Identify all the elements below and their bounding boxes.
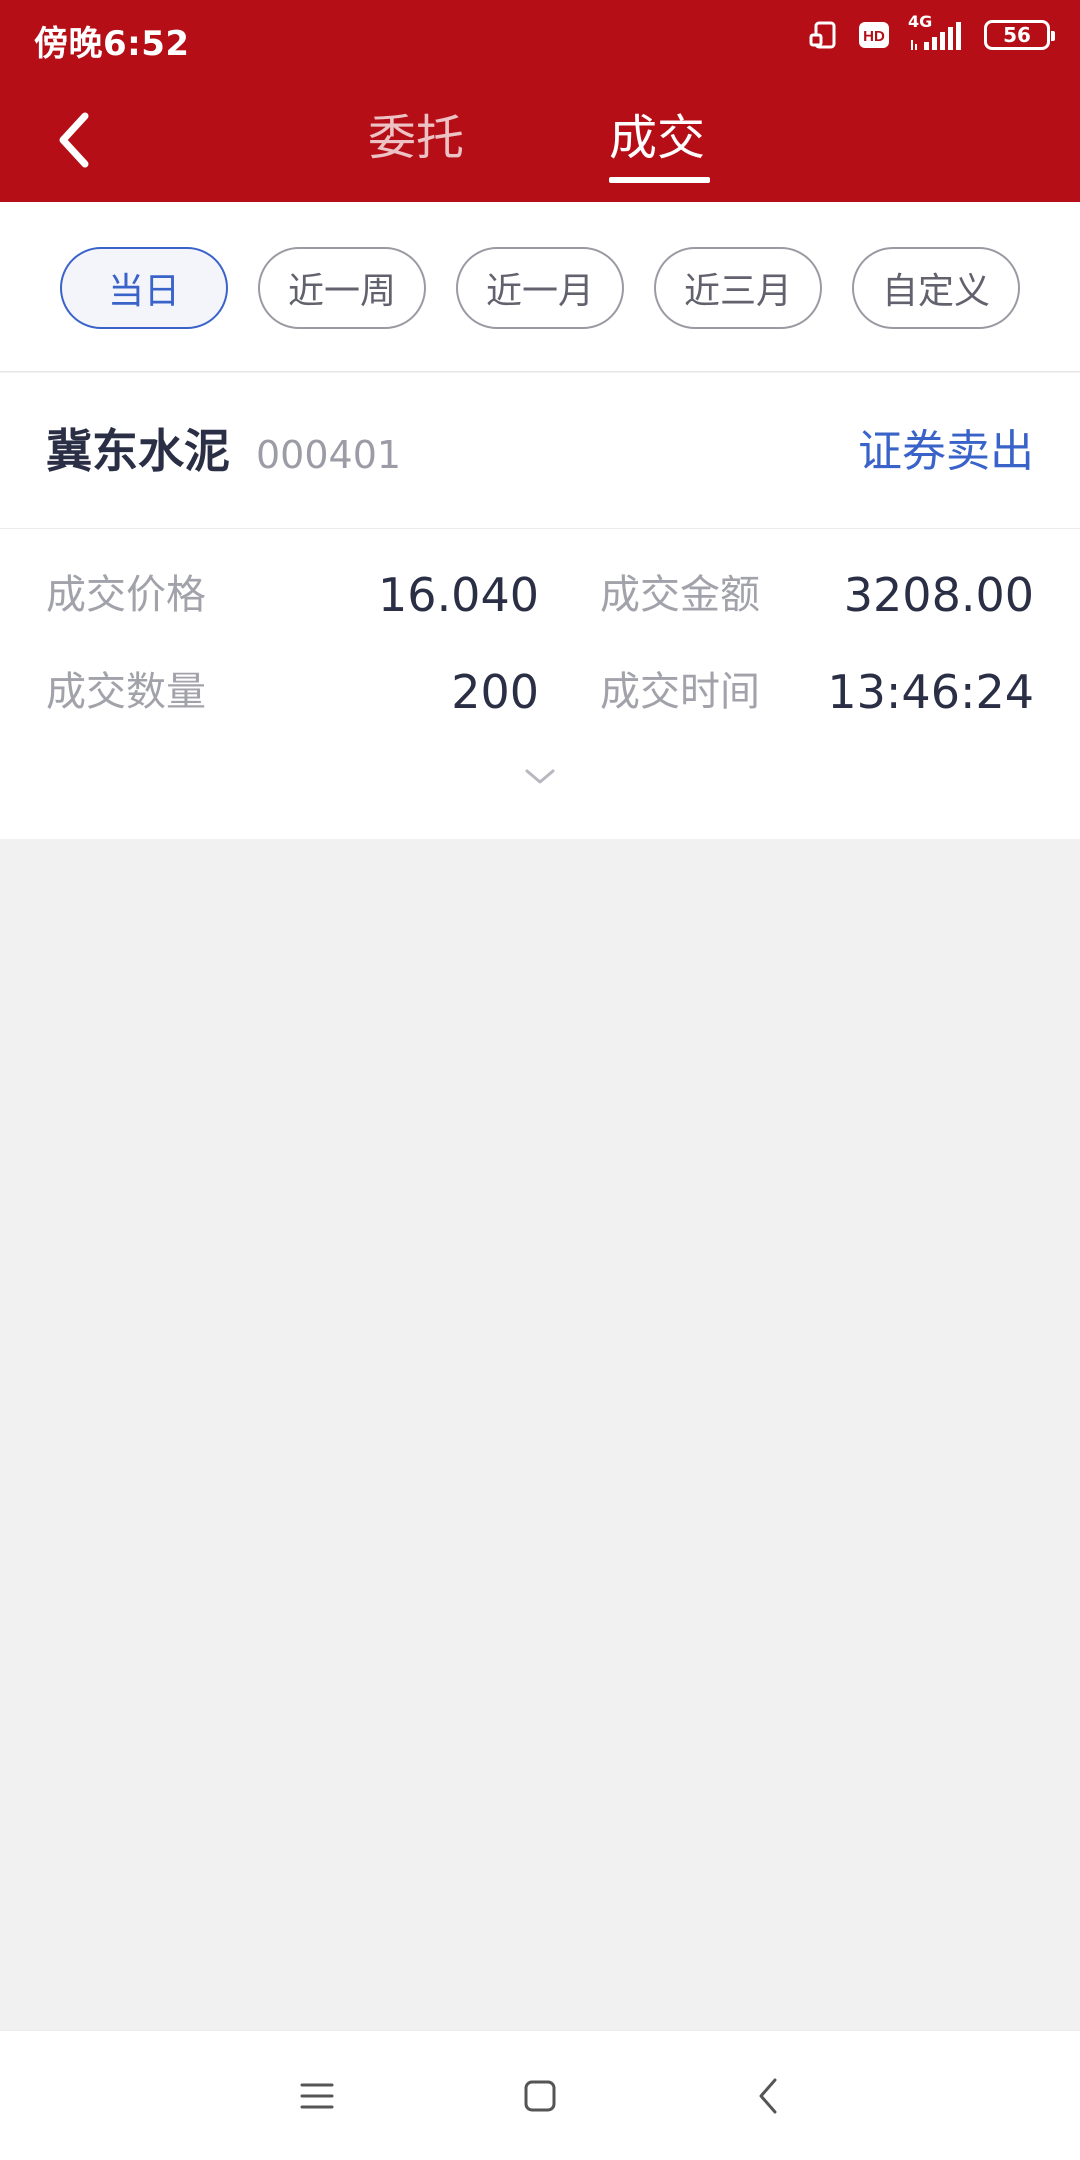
stock-name: 冀东水泥 [46,424,230,478]
screen-rotate-icon [808,19,840,51]
hd-icon: HD [858,21,890,49]
stock-header: 冀东水泥 000401 证券卖出 [0,373,1080,529]
battery-icon: 56 [984,20,1055,50]
filter-today[interactable]: 当日 [60,247,228,329]
menu-icon [300,2083,334,2109]
system-back-button[interactable] [733,2061,803,2131]
chevron-left-icon [59,112,89,168]
deal-amount-label: 成交金额 [600,572,760,618]
deal-price-label: 成交价格 [46,572,206,618]
system-nav-bar [0,2030,1080,2160]
active-tab-indicator [609,177,710,183]
filter-month[interactable]: 近一月 [456,247,624,329]
tab-deal[interactable]: 成交 [609,108,705,168]
deal-record-card[interactable]: 冀东水泥 000401 证券卖出 成交价格 16.040 成交金额 3208.0… [0,373,1080,839]
deal-time-value: 13:46:24 [827,665,1034,719]
home-square-icon [524,2080,556,2112]
back-triangle-icon [759,2078,777,2114]
trade-action-label: 证券卖出 [858,426,1034,477]
filter-custom[interactable]: 自定义 [852,247,1020,329]
svg-text:HD: HD [863,28,885,45]
date-filter-bar: 当日 近一周 近一月 近三月 自定义 [0,202,1080,372]
deal-quantity-label: 成交数量 [46,669,206,715]
chevron-down-icon [525,769,555,784]
menu-button[interactable] [282,2061,352,2131]
app-header: 傍晚6:52 HD 4G 56 委托 成交 [0,0,1080,202]
back-button[interactable] [38,100,108,180]
deal-price-value: 16.040 [378,568,539,622]
deal-amount-value: 3208.00 [843,568,1034,622]
filter-week[interactable]: 近一周 [258,247,426,329]
status-time: 傍晚6:52 [34,24,190,64]
battery-level: 56 [1003,23,1031,47]
home-button[interactable] [505,2061,575,2131]
expand-details-button[interactable] [515,759,565,795]
filter-three-months[interactable]: 近三月 [654,247,822,329]
deal-quantity-value: 200 [451,665,539,719]
status-icons: HD 4G 56 [808,12,1055,52]
tab-entrust[interactable]: 委托 [368,108,464,168]
deal-time-label: 成交时间 [600,669,760,715]
stock-code: 000401 [256,433,402,477]
signal-icon: 4G [908,12,966,52]
